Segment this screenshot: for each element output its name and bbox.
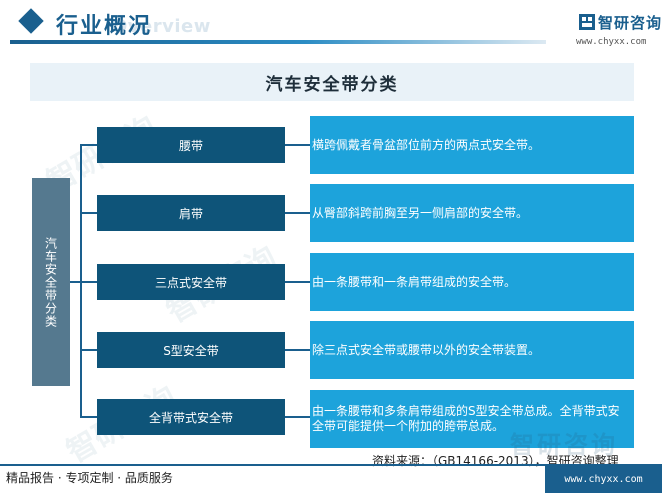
- description-text: 从臀部斜跨前胸至另一侧肩部的安全带。: [312, 205, 529, 220]
- branch-connector: [80, 416, 97, 418]
- brand-logo-url: www.chyxx.com: [576, 37, 647, 47]
- description-text: 由一条腰带和一条肩带组成的安全带。: [312, 274, 517, 289]
- root-node: 汽车安全带分类: [32, 178, 70, 386]
- branch-connector: [80, 281, 97, 283]
- footer-url-badge: www.chyxx.com: [545, 466, 662, 493]
- category-node: 肩带: [97, 195, 285, 231]
- footer-url: www.chyxx.com: [564, 474, 643, 485]
- category-node: 全背带式安全带: [97, 399, 285, 435]
- brand-logo-icon: [579, 14, 595, 30]
- brand-logo-name: 智研咨询: [598, 14, 662, 32]
- description-connector: [285, 416, 310, 418]
- tree-trunk-line: [80, 144, 82, 416]
- category-node: 三点式安全带: [97, 264, 285, 300]
- description-text: 横跨佩戴者骨盆部位前方的两点式安全带。: [312, 137, 541, 152]
- category-node: S型安全带: [97, 332, 285, 368]
- description-connector: [285, 212, 310, 214]
- header-divider: [10, 40, 546, 44]
- diagram-title: 汽车安全带分类: [265, 74, 399, 95]
- description-connector: [285, 144, 310, 146]
- description-connector: [285, 349, 310, 351]
- footer-slogan: 精品报告 · 专项定制 · 品质服务: [6, 471, 173, 485]
- description-node: 从臀部斜跨前胸至另一侧肩部的安全带。: [310, 184, 634, 242]
- description-connector: [285, 281, 310, 283]
- description-node: 由一条腰带和一条肩带组成的安全带。: [310, 253, 634, 311]
- description-node: 横跨佩戴者骨盆部位前方的两点式安全带。: [310, 116, 634, 174]
- category-node: 腰带: [97, 127, 285, 163]
- section-title: 行业概况: [56, 14, 153, 39]
- header-diamond-icon: [18, 8, 44, 34]
- description-text: 除三点式安全带或腰带以外的安全带装置。: [312, 342, 541, 357]
- diagram-title-banner: 汽车安全带分类: [30, 63, 634, 101]
- branch-connector: [80, 144, 97, 146]
- description-node: 除三点式安全带或腰带以外的安全带装置。: [310, 321, 634, 379]
- root-node-label: 汽车安全带分类: [43, 236, 58, 328]
- branch-connector: [80, 212, 97, 214]
- branch-connector: [80, 349, 97, 351]
